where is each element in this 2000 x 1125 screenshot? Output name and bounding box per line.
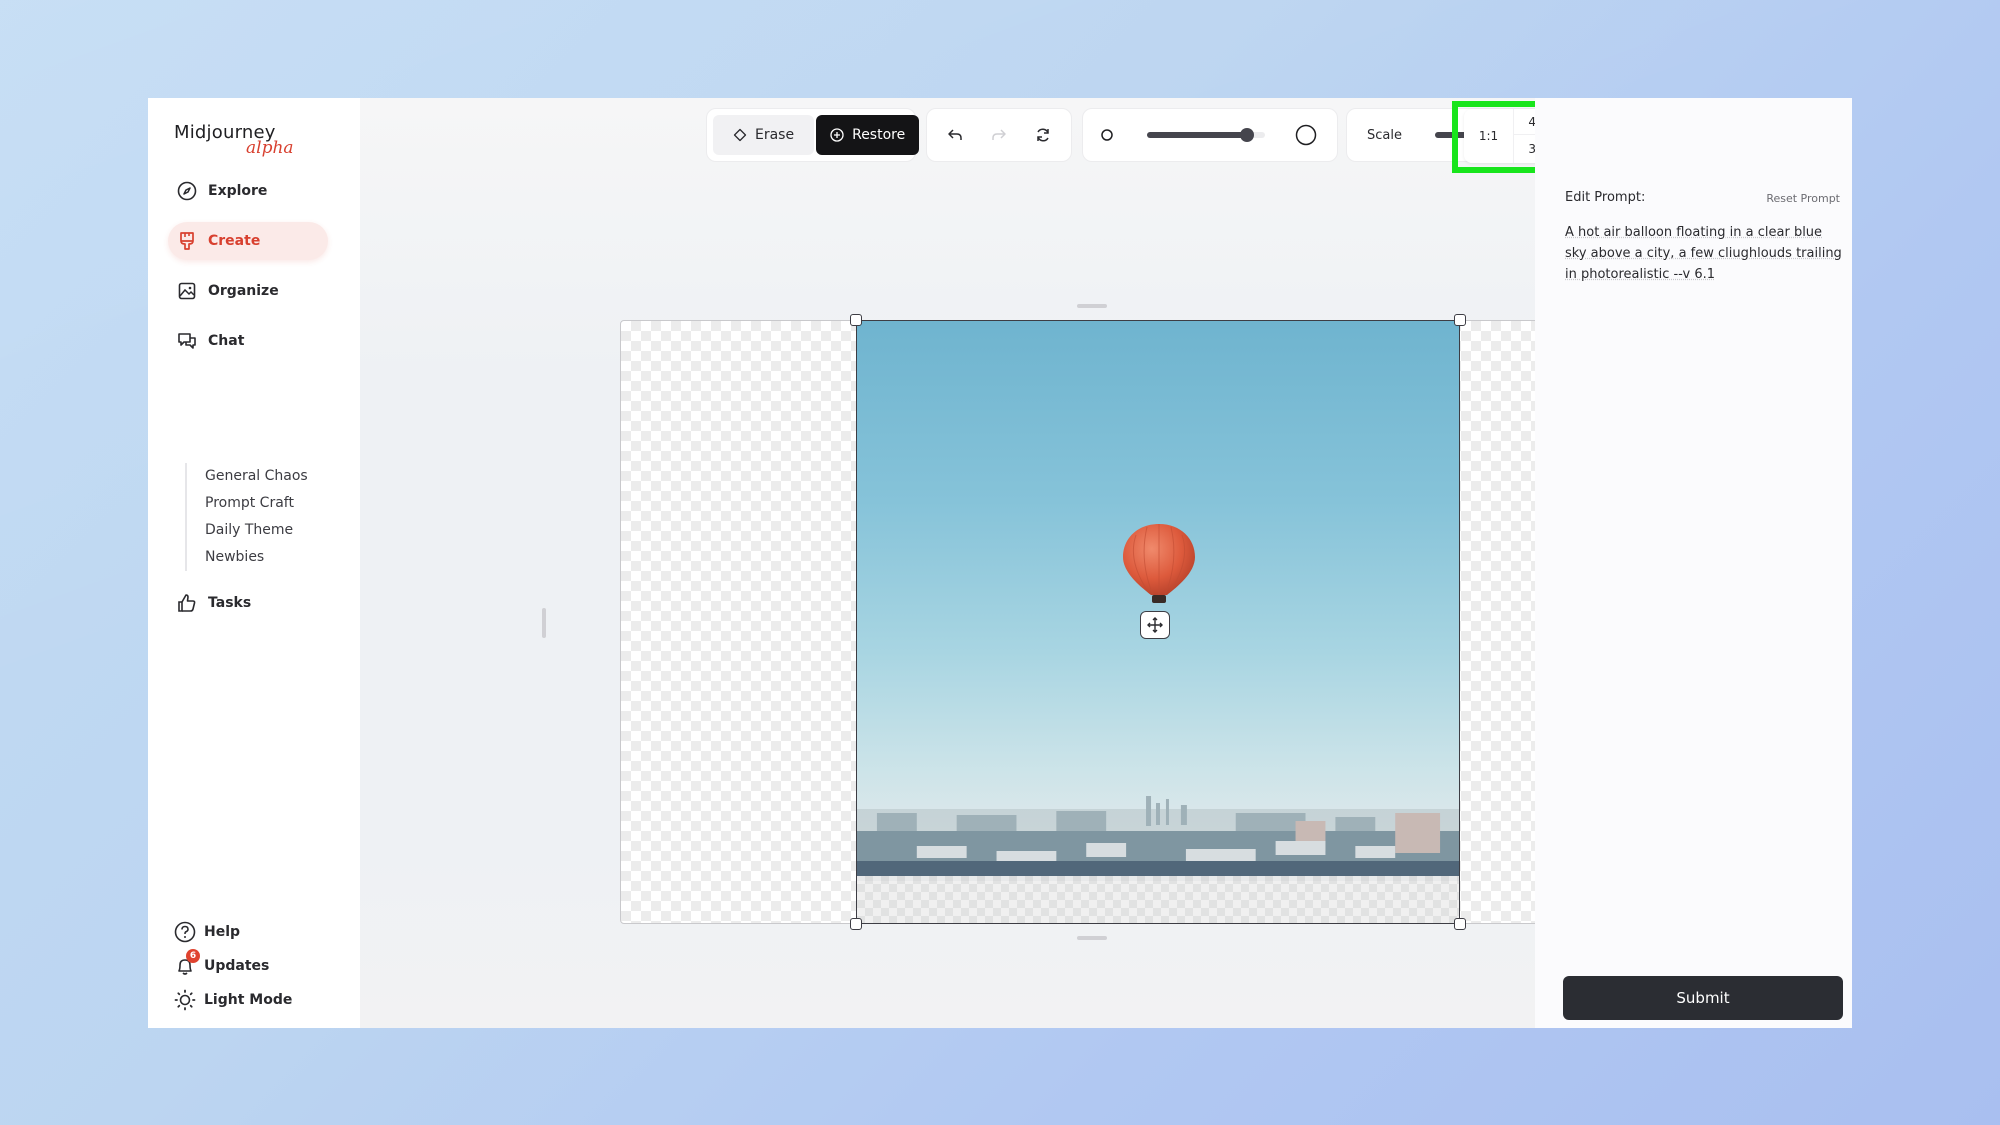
chat-channel-list: General Chaos Prompt Craft Daily Theme N… bbox=[185, 463, 308, 571]
sidebar-item-label: Explore bbox=[208, 183, 268, 199]
prompt-panel: Edit Prompt: Reset Prompt A hot air ball… bbox=[1535, 98, 1852, 1028]
app-window: Midjourney alpha Explore Create Organize bbox=[148, 98, 1852, 1028]
sidebar-item-label: Chat bbox=[208, 333, 245, 349]
logo[interactable]: Midjourney alpha bbox=[174, 122, 294, 158]
top-edge-handle[interactable] bbox=[1077, 304, 1107, 308]
sidebar-item-organize[interactable]: Organize bbox=[168, 272, 328, 310]
left-edge-handle[interactable] bbox=[542, 608, 546, 638]
sidebar-item-tasks[interactable]: Tasks bbox=[168, 584, 328, 622]
brush-size-knob[interactable] bbox=[1240, 128, 1255, 142]
sidebar-item-create[interactable]: Create bbox=[168, 222, 328, 260]
sidebar-item-label: Organize bbox=[208, 283, 279, 299]
bottom-edge-handle[interactable] bbox=[1077, 936, 1107, 940]
corner-handle-bottom-right[interactable] bbox=[1454, 918, 1466, 930]
sun-icon bbox=[174, 989, 196, 1011]
large-brush-icon bbox=[1295, 124, 1317, 146]
corner-handle-bottom-left[interactable] bbox=[850, 918, 862, 930]
canvas-area: Erase Restore Scale bbox=[360, 98, 1699, 1028]
chat-channel-general-chaos[interactable]: General Chaos bbox=[205, 463, 308, 490]
compass-icon bbox=[176, 180, 198, 202]
brush-size-slider[interactable] bbox=[1147, 128, 1265, 142]
redo-icon bbox=[991, 127, 1007, 143]
logo-tag: alpha bbox=[246, 138, 294, 158]
move-handle[interactable] bbox=[1140, 611, 1170, 639]
sidebar-item-label: Tasks bbox=[208, 595, 252, 611]
thumbs-up-icon bbox=[176, 592, 198, 614]
brush-size-group bbox=[1082, 108, 1338, 162]
refresh-icon bbox=[1035, 127, 1051, 143]
sidebar-item-label: Create bbox=[208, 233, 261, 249]
sidebar-item-chat[interactable]: Chat bbox=[168, 322, 328, 360]
undo-button[interactable] bbox=[935, 115, 975, 155]
updates-link[interactable]: 6 Updates bbox=[174, 949, 270, 977]
chat-channel-prompt-craft[interactable]: Prompt Craft bbox=[205, 490, 308, 517]
bell-icon: 6 bbox=[174, 949, 200, 977]
updates-badge: 6 bbox=[186, 949, 200, 963]
hot-air-balloon bbox=[1123, 524, 1195, 603]
erase-button[interactable]: Erase bbox=[713, 115, 815, 155]
paintbrush-icon bbox=[176, 230, 198, 252]
help-circle-icon bbox=[174, 921, 196, 943]
small-brush-icon bbox=[1101, 129, 1113, 141]
corner-handle-top-left[interactable] bbox=[850, 314, 862, 326]
reset-prompt-button[interactable]: Reset Prompt bbox=[1766, 192, 1840, 205]
chat-channel-newbies[interactable]: Newbies bbox=[205, 544, 308, 571]
city-skyline bbox=[857, 796, 1459, 881]
corner-handle-top-right[interactable] bbox=[1454, 314, 1466, 326]
source-image[interactable] bbox=[856, 320, 1460, 924]
move-arrows-icon bbox=[1146, 616, 1164, 634]
prompt-input[interactable]: A hot air balloon floating in a clear bl… bbox=[1565, 222, 1845, 285]
undo-icon bbox=[947, 127, 963, 143]
help-link[interactable]: Help bbox=[174, 921, 240, 943]
sidebar: Midjourney alpha Explore Create Organize bbox=[148, 98, 360, 1028]
submit-button[interactable]: Submit bbox=[1563, 976, 1843, 1020]
image-icon bbox=[176, 280, 198, 302]
chat-bubbles-icon bbox=[176, 330, 198, 352]
scale-label: Scale bbox=[1367, 127, 1402, 143]
help-label: Help bbox=[204, 924, 241, 940]
edit-prompt-label: Edit Prompt: bbox=[1565, 190, 1646, 205]
updates-label: Updates bbox=[204, 958, 270, 974]
erase-restore-group: Erase Restore bbox=[706, 108, 920, 162]
light-mode-label: Light Mode bbox=[204, 992, 293, 1008]
reset-canvas-button[interactable] bbox=[1023, 115, 1063, 155]
eraser-icon bbox=[733, 128, 747, 142]
sidebar-item-explore[interactable]: Explore bbox=[168, 172, 328, 210]
erase-label: Erase bbox=[755, 127, 795, 143]
light-mode-toggle[interactable]: Light Mode bbox=[174, 989, 292, 1011]
aspect-ratio-1-1[interactable]: 1:1 bbox=[1464, 109, 1514, 163]
redo-button[interactable] bbox=[979, 115, 1019, 155]
chat-channel-daily-theme[interactable]: Daily Theme bbox=[205, 517, 308, 544]
brush-size-fill bbox=[1147, 132, 1248, 138]
erased-region bbox=[857, 876, 1459, 923]
history-group bbox=[926, 108, 1072, 162]
restore-label: Restore bbox=[852, 127, 906, 143]
plus-circle-icon bbox=[830, 128, 844, 142]
restore-button[interactable]: Restore bbox=[816, 115, 920, 155]
